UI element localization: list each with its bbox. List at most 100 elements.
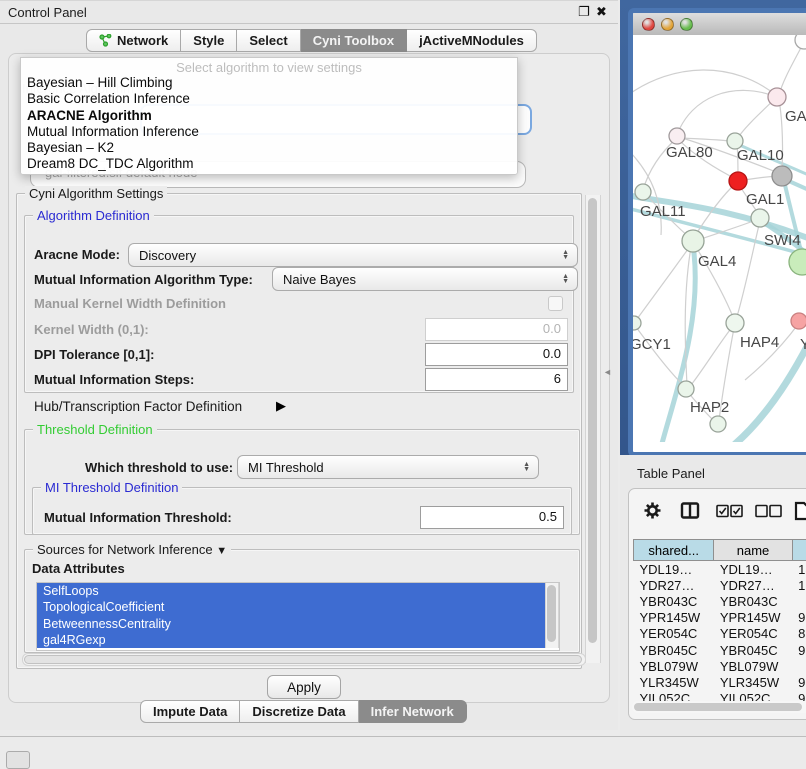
table-cell[interactable]: YBL079W: [714, 658, 792, 674]
node-table[interactable]: shared...nameYDL19…YDL19…13YDR27…YDR27…1…: [633, 539, 806, 707]
splitter-collapse-icon[interactable]: ◄: [603, 367, 612, 377]
tab-select[interactable]: Select: [237, 29, 300, 52]
data-attribute-item[interactable]: SelfLoops: [37, 583, 546, 599]
table-cell[interactable]: YLR345W: [634, 674, 714, 690]
table-cell[interactable]: YBL079W: [634, 658, 714, 674]
network-node-gcy1[interactable]: [633, 316, 641, 330]
sources-collapse-arrow-icon[interactable]: ▼: [216, 545, 227, 557]
table-cell[interactable]: YLR345W: [714, 674, 792, 690]
network-view-window[interactable]: GALGAL80GAL10GAL1GAL11GAL4SWI4GCY1HAP4YH…: [628, 8, 806, 455]
dpi-tolerance-field[interactable]: 0.0: [425, 343, 568, 366]
settings-horizontal-scrollbar[interactable]: [22, 653, 586, 666]
column-header[interactable]: [792, 540, 806, 561]
network-edge[interactable]: [685, 247, 691, 385]
network-edge[interactable]: [633, 70, 777, 96]
table-cell[interactable]: [792, 658, 806, 674]
table-cell[interactable]: YER054C: [634, 626, 714, 642]
network-node-hap2[interactable]: [678, 381, 694, 397]
table-cell[interactable]: YDL19…: [714, 561, 792, 578]
network-canvas[interactable]: GALGAL80GAL10GAL1GAL11GAL4SWI4GCY1HAP4YH…: [633, 35, 806, 442]
mi-threshold-field[interactable]: 0.5: [420, 506, 564, 529]
network-node-gal80[interactable]: [669, 128, 685, 144]
float-window-icon[interactable]: ❐: [578, 4, 590, 20]
table-cell[interactable]: 12: [792, 577, 806, 593]
aracne-mode-combobox[interactable]: Discovery ▲▼: [128, 243, 578, 267]
table-cell[interactable]: YBR043C: [714, 593, 792, 609]
network-edge-highlighted[interactable]: [728, 335, 806, 442]
network-edge[interactable]: [677, 90, 777, 135]
kernel-width-field[interactable]: 0.0: [425, 318, 568, 341]
table-row[interactable]: YBR043CYBR043C: [634, 593, 806, 609]
tab-style[interactable]: Style: [181, 29, 237, 52]
table-cell[interactable]: YPR145W: [634, 610, 714, 626]
manual-kernel-checkbox[interactable]: [548, 296, 563, 311]
algorithm-option[interactable]: Bayesian – Hill Climbing: [21, 75, 517, 91]
deselect-all-checkboxes-icon[interactable]: [755, 504, 782, 523]
table-row[interactable]: YLR345WYLR345W9.: [634, 674, 806, 690]
table-cell[interactable]: 13: [792, 561, 806, 578]
select-all-checkboxes-icon[interactable]: [716, 504, 743, 523]
table-cell[interactable]: 9.: [792, 642, 806, 658]
network-edge[interactable]: [637, 245, 691, 319]
table-cell[interactable]: YDL19…: [634, 561, 714, 578]
network-node-gal[interactable]: [768, 88, 786, 106]
mi-steps-field[interactable]: 6: [425, 368, 568, 391]
tab-jactivemnodules[interactable]: jActiveMNodules: [407, 29, 537, 52]
data-attribute-item[interactable]: TopologicalCoefficient: [37, 599, 546, 615]
table-horizontal-scrollbar[interactable]: [632, 701, 806, 713]
zoom-traffic-light[interactable]: [680, 18, 693, 31]
network-node[interactable]: [772, 166, 792, 186]
table-row[interactable]: YDR27…YDR27…12: [634, 577, 806, 593]
new-table-icon[interactable]: [794, 501, 806, 526]
data-attributes-list[interactable]: SelfLoopsTopologicalCoefficientBetweenne…: [36, 582, 560, 651]
columns-icon[interactable]: [680, 501, 700, 525]
attributes-list-scrollbar[interactable]: [545, 583, 559, 648]
network-window-titlebar[interactable]: [633, 13, 806, 36]
bottom-tab-infer-network[interactable]: Infer Network: [359, 700, 467, 723]
table-cell[interactable]: YDR27…: [714, 577, 792, 593]
table-cell[interactable]: YBR045C: [634, 642, 714, 658]
network-node[interactable]: [710, 416, 726, 432]
network-edge[interactable]: [779, 42, 804, 95]
algorithm-option[interactable]: ARACNE Algorithm: [21, 108, 517, 124]
table-cell[interactable]: YDR27…: [634, 577, 714, 593]
table-cell[interactable]: YER054C: [714, 626, 792, 642]
table-cell[interactable]: YPR145W: [714, 610, 792, 626]
column-header-shared[interactable]: shared...: [634, 540, 714, 561]
algorithm-option[interactable]: Mutual Information Inference: [21, 124, 517, 140]
tab-cyni-toolbox[interactable]: Cyni Toolbox: [301, 29, 407, 52]
minimize-traffic-light[interactable]: [661, 18, 674, 31]
table-cell[interactable]: 9.: [792, 610, 806, 626]
table-cell[interactable]: 9.: [792, 674, 806, 690]
table-row[interactable]: YDL19…YDL19…13: [634, 561, 806, 578]
network-node-hap4[interactable]: [726, 314, 744, 332]
network-node-gal4[interactable]: [682, 230, 704, 252]
close-panel-icon[interactable]: ✖: [596, 4, 607, 20]
network-node-y[interactable]: [791, 313, 806, 329]
bottom-tab-impute-data[interactable]: Impute Data: [140, 700, 240, 723]
network-node-swi4[interactable]: [789, 249, 806, 275]
data-attribute-item[interactable]: gal4RGexp: [37, 632, 546, 648]
bottom-tab-discretize-data[interactable]: Discretize Data: [240, 700, 358, 723]
settings-vertical-scrollbar[interactable]: [585, 195, 601, 663]
algorithm-option[interactable]: Dream8 DC_TDC Algorithm: [21, 156, 517, 172]
tab-network[interactable]: Network: [86, 29, 181, 52]
hub-expand-arrow-icon[interactable]: ▶: [276, 398, 286, 414]
network-edge[interactable]: [691, 326, 733, 385]
network-node-gal11[interactable]: [635, 184, 651, 200]
table-row[interactable]: YER054CYER054C8.: [634, 626, 806, 642]
table-cell[interactable]: [792, 593, 806, 609]
table-row[interactable]: YBR045CYBR045C9.: [634, 642, 806, 658]
bottom-left-button[interactable]: [6, 751, 30, 769]
apply-button[interactable]: Apply: [267, 675, 341, 699]
table-row[interactable]: YBL079WYBL079W: [634, 658, 806, 674]
table-row[interactable]: YPR145WYPR145W9.: [634, 610, 806, 626]
table-cell[interactable]: 8.: [792, 626, 806, 642]
network-node[interactable]: [751, 209, 769, 227]
gear-icon[interactable]: [643, 501, 662, 525]
mi-type-combobox[interactable]: Naive Bayes ▲▼: [272, 267, 578, 291]
network-node[interactable]: [795, 35, 806, 49]
which-threshold-combobox[interactable]: MI Threshold ▲▼: [237, 455, 539, 479]
network-node-gal1[interactable]: [729, 172, 747, 190]
algorithm-option[interactable]: Basic Correlation Inference: [21, 91, 517, 107]
